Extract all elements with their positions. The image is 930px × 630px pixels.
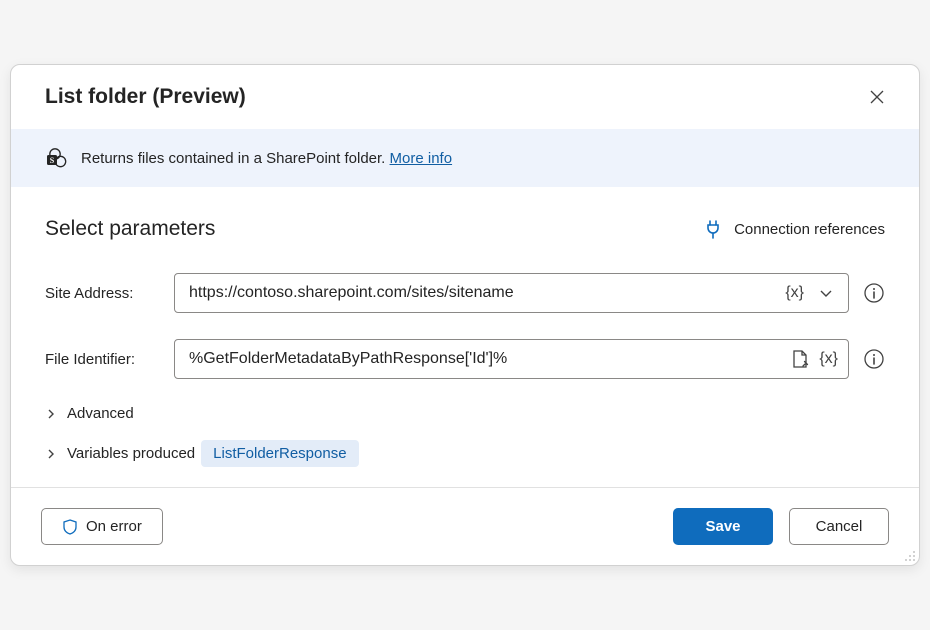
on-error-label: On error [86,518,142,535]
params-section-title: Select parameters [45,217,215,241]
connection-references-link[interactable]: Connection references [704,219,885,239]
site-address-input[interactable] [189,284,777,302]
site-address-info-button[interactable] [863,282,885,304]
site-address-dropdown-button[interactable] [812,281,840,305]
dialog-header: List folder (Preview) [11,65,919,129]
dialog-body: Select parameters Connection references … [11,187,919,487]
on-error-button[interactable]: On error [41,508,163,545]
banner-text: Returns files contained in a SharePoint … [81,150,390,167]
resize-handle-icon[interactable] [902,548,916,562]
info-icon [863,282,885,304]
dialog-list-folder: List folder (Preview) S Returns files co… [10,64,920,566]
more-info-link[interactable]: More info [390,150,453,167]
info-icon [863,348,885,370]
dialog-footer: On error Save Cancel [11,487,919,565]
file-identifier-input-wrap: {x} [174,339,849,379]
close-button[interactable] [863,83,891,111]
footer-right-group: Save Cancel [673,508,889,545]
sharepoint-icon: S [45,147,67,169]
field-file-identifier: File Identifier: {x} [45,339,885,379]
params-header: Select parameters Connection references [45,217,885,241]
file-picker-icon [791,349,809,369]
advanced-expander[interactable]: Advanced [45,405,134,422]
file-identifier-label: File Identifier: [45,351,160,368]
advanced-label: Advanced [67,405,134,422]
chevron-right-icon [45,408,57,420]
file-identifier-input[interactable] [189,350,783,368]
plug-icon [704,219,722,239]
connection-references-label: Connection references [734,221,885,238]
cancel-button[interactable]: Cancel [789,508,889,545]
close-icon [869,89,885,105]
file-identifier-info-button[interactable] [863,348,885,370]
variables-produced-expander[interactable]: Variables produced [45,445,195,462]
chevron-right-icon [45,448,57,460]
variables-produced-label: Variables produced [67,445,195,462]
shield-icon [62,519,78,535]
site-address-variable-button[interactable]: {x} [783,280,806,306]
dialog-title: List folder (Preview) [45,85,246,109]
file-identifier-variable-button[interactable]: {x} [817,346,840,372]
chevron-down-icon [818,285,834,301]
site-address-label: Site Address: [45,285,160,302]
banner-text-wrap: Returns files contained in a SharePoint … [81,150,452,167]
svg-text:S: S [50,156,55,165]
info-banner: S Returns files contained in a SharePoin… [11,129,919,187]
file-picker-button[interactable] [789,345,811,373]
site-address-input-wrap: {x} [174,273,849,313]
produced-variable-tag[interactable]: ListFolderResponse [201,440,358,467]
save-button[interactable]: Save [673,508,773,545]
field-site-address: Site Address: {x} [45,273,885,313]
variables-produced-row: Variables produced ListFolderResponse [45,440,885,467]
